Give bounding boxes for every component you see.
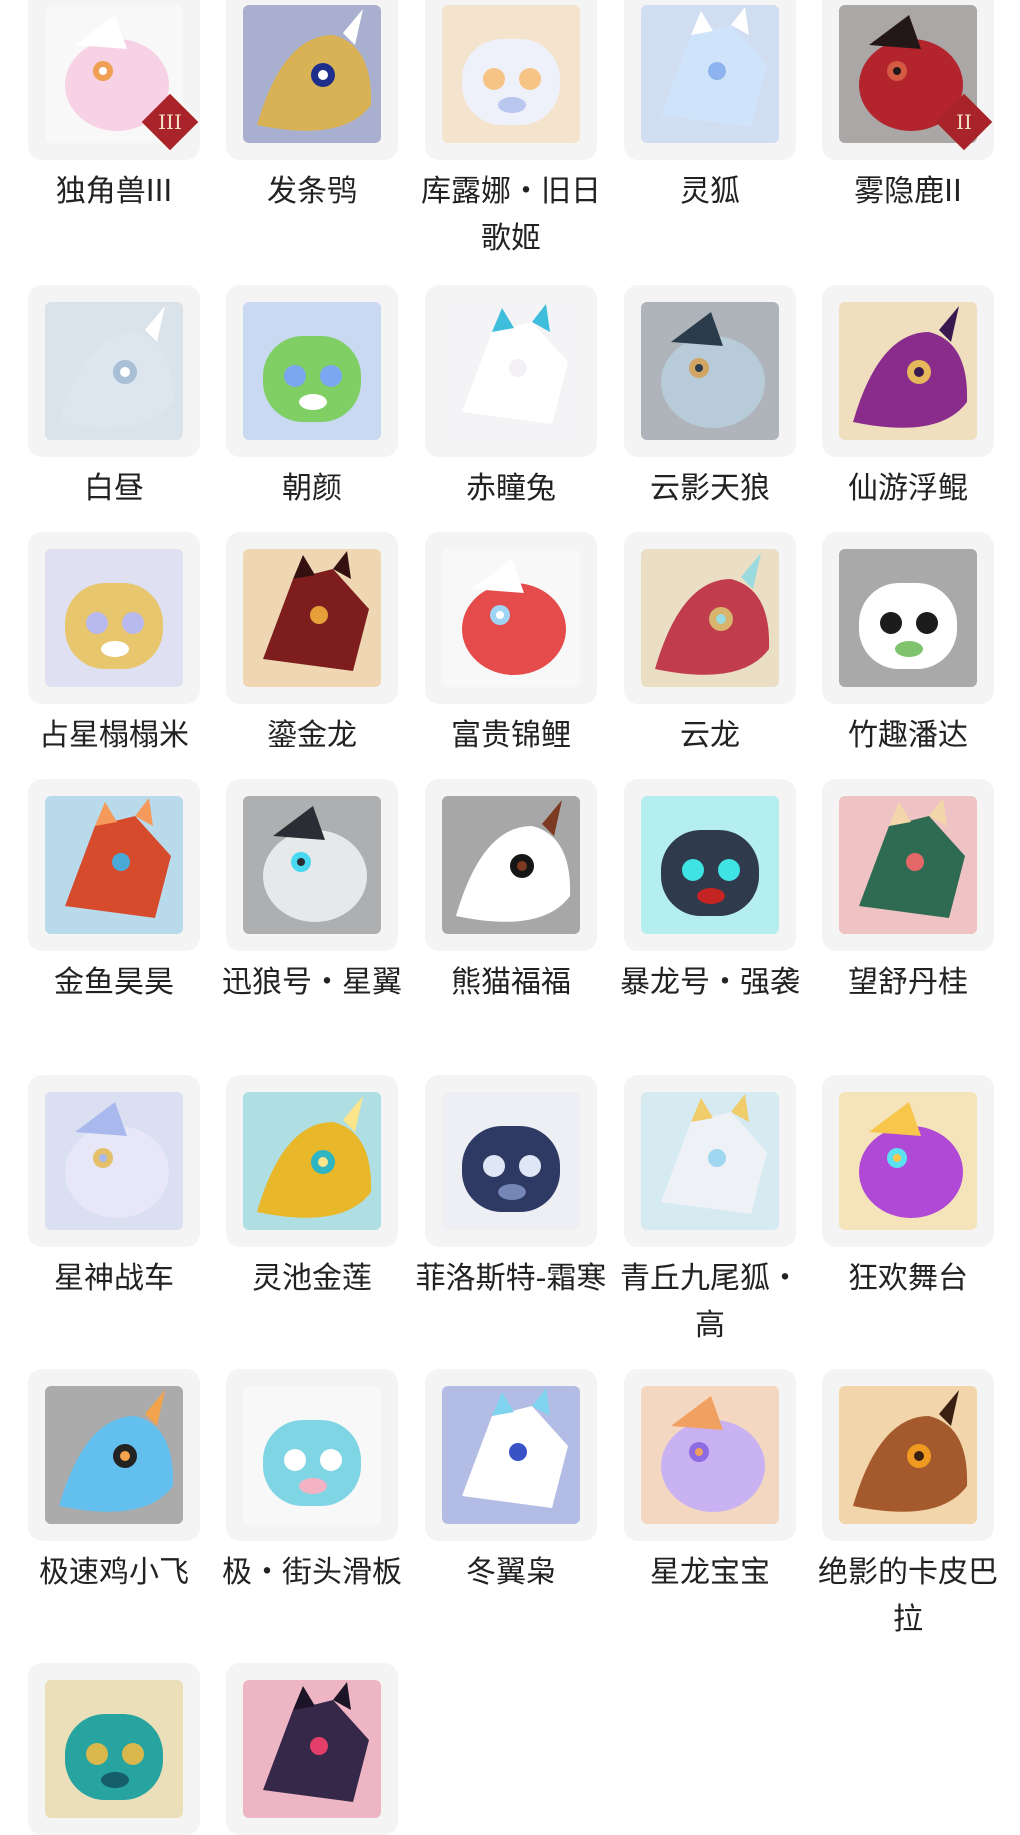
vehicle-thumbnail[interactable] <box>226 1075 398 1247</box>
vehicle-name: 竹趣潘达 <box>848 718 968 753</box>
vehicle-thumbnail[interactable] <box>28 1075 200 1247</box>
vehicle-name: 朝颜 <box>282 471 342 506</box>
vehicle-name: 狂欢舞台 <box>848 1261 968 1296</box>
vehicle-name: 占星榻榻米 <box>39 718 189 753</box>
vehicle-name: 库露娜・旧日歌姬 <box>421 174 601 256</box>
vehicle-thumbnail[interactable] <box>226 1369 398 1541</box>
vehicle-name: 绝影的卡皮巴拉 <box>818 1555 998 1637</box>
bamboo-panda-icon <box>839 549 977 687</box>
vehicle-name: 雾隐鹿II <box>854 174 962 209</box>
vehicle-name: 富贵锦鲤 <box>451 718 571 753</box>
vehicle-name: 望舒丹桂 <box>848 965 968 1000</box>
vehicle-thumbnail[interactable] <box>425 1075 597 1247</box>
clockwork-owl-icon <box>243 5 381 143</box>
vehicle-name: 极速鸡小飞 <box>39 1555 189 1590</box>
vehicle-name: 发条鸮 <box>267 174 357 209</box>
vehicle-name: 灵池金莲 <box>252 1261 372 1296</box>
vehicle-name: 迅狼号・星翼 <box>222 965 402 1000</box>
vehicle-thumbnail[interactable] <box>226 779 398 951</box>
blue-chick-icon <box>45 1386 183 1524</box>
vehicle-name: 金鱼昊昊 <box>54 965 174 1000</box>
tier-badge: II <box>935 93 993 151</box>
vehicle-thumbnail[interactable] <box>624 1075 796 1247</box>
singer-girl-icon <box>442 5 580 143</box>
mecha-wolf-icon <box>243 796 381 934</box>
frost-knight-icon <box>442 1092 580 1230</box>
floating-whale-icon <box>839 302 977 440</box>
vehicle-name: 熊猫福福 <box>451 965 571 1000</box>
winter-owl-icon <box>442 1386 580 1524</box>
vehicle-thumbnail[interactable] <box>624 285 796 457</box>
vehicle-thumbnail[interactable] <box>425 1369 597 1541</box>
star-horse-icon <box>45 1092 183 1230</box>
vehicle-thumbnail[interactable] <box>226 0 398 160</box>
vehicle-name: 白昼 <box>84 471 144 506</box>
vehicle-thumbnail[interactable] <box>822 779 994 951</box>
vehicle-name: 独角兽III <box>55 174 173 209</box>
carnival-stage-icon <box>839 1092 977 1230</box>
vehicle-name: 鎏金龙 <box>267 718 357 753</box>
vehicle-name: 赤瞳兔 <box>466 471 556 506</box>
vehicle-name: 菲洛斯特-霜寒 <box>415 1261 607 1296</box>
vehicle-name: 暴龙号・强袭 <box>620 965 800 1000</box>
vehicle-thumbnail[interactable]: II <box>822 0 994 160</box>
vehicle-name: 星龙宝宝 <box>650 1555 770 1590</box>
vehicle-name: 云影天狼 <box>650 471 770 506</box>
skateboard-icon <box>243 1386 381 1524</box>
vehicle-thumbnail[interactable] <box>425 0 597 160</box>
panda-icon <box>442 796 580 934</box>
vehicle-thumbnail[interactable] <box>425 532 597 704</box>
vehicle-thumbnail[interactable] <box>226 285 398 457</box>
golden-lotus-icon <box>243 1092 381 1230</box>
vehicle-thumbnail[interactable] <box>624 532 796 704</box>
vehicle-thumbnail[interactable] <box>28 1663 200 1835</box>
gilded-dragon-icon <box>243 549 381 687</box>
dark-dragon-icon <box>243 1680 381 1818</box>
vehicle-thumbnail[interactable] <box>624 1369 796 1541</box>
vehicle-name: 仙游浮鲲 <box>848 471 968 506</box>
tier-badge-label: II <box>956 110 972 134</box>
tier-badge-label: III <box>158 110 182 134</box>
red-eye-rabbit-icon <box>442 302 580 440</box>
vehicle-thumbnail[interactable] <box>822 285 994 457</box>
vehicle-name: 云龙 <box>680 718 740 753</box>
vehicle-thumbnail[interactable] <box>28 285 200 457</box>
nine-tail-fox-icon <box>641 1092 779 1230</box>
swing-chair-icon <box>839 796 977 934</box>
goldfish-icon <box>45 796 183 934</box>
vehicle-name: 青丘九尾狐・高 <box>620 1261 800 1343</box>
vehicle-thumbnail[interactable] <box>624 779 796 951</box>
jade-dragon-icon <box>45 1680 183 1818</box>
vehicle-thumbnail[interactable]: III <box>28 0 200 160</box>
white-dragon-icon <box>45 302 183 440</box>
vehicle-thumbnail[interactable] <box>822 1075 994 1247</box>
astrology-tent-icon <box>45 549 183 687</box>
vehicle-thumbnail[interactable] <box>28 1369 200 1541</box>
vehicle-name: 灵狐 <box>680 174 740 209</box>
vehicle-thumbnail[interactable] <box>425 779 597 951</box>
vehicle-name: 冬翼枭 <box>466 1555 556 1590</box>
koi-icon <box>442 549 580 687</box>
cloud-dragon-icon <box>641 549 779 687</box>
vehicle-thumbnail[interactable] <box>28 532 200 704</box>
vehicle-thumbnail[interactable] <box>822 1369 994 1541</box>
vehicle-thumbnail[interactable] <box>28 779 200 951</box>
spirit-fox-icon <box>641 5 779 143</box>
star-dragon-baby-icon <box>641 1386 779 1524</box>
vehicle-name: 星神战车 <box>54 1261 174 1296</box>
capybara-icon <box>839 1386 977 1524</box>
vehicle-thumbnail[interactable] <box>624 0 796 160</box>
vehicle-grid: III 独角兽III 发条鸮 库露娜・旧日歌姬 灵狐 II 雾隐鹿II 白昼 朝颜 … <box>0 0 1020 1835</box>
vehicle-thumbnail[interactable] <box>425 285 597 457</box>
vehicle-name: 极・街头滑板 <box>222 1555 402 1590</box>
mecha-trex-icon <box>641 796 779 934</box>
vehicle-thumbnail[interactable] <box>226 532 398 704</box>
tier-badge: III <box>141 93 199 151</box>
vehicle-thumbnail[interactable] <box>226 1663 398 1835</box>
sky-wolf-icon <box>641 302 779 440</box>
vehicle-thumbnail[interactable] <box>822 532 994 704</box>
morning-glory-icon <box>243 302 381 440</box>
